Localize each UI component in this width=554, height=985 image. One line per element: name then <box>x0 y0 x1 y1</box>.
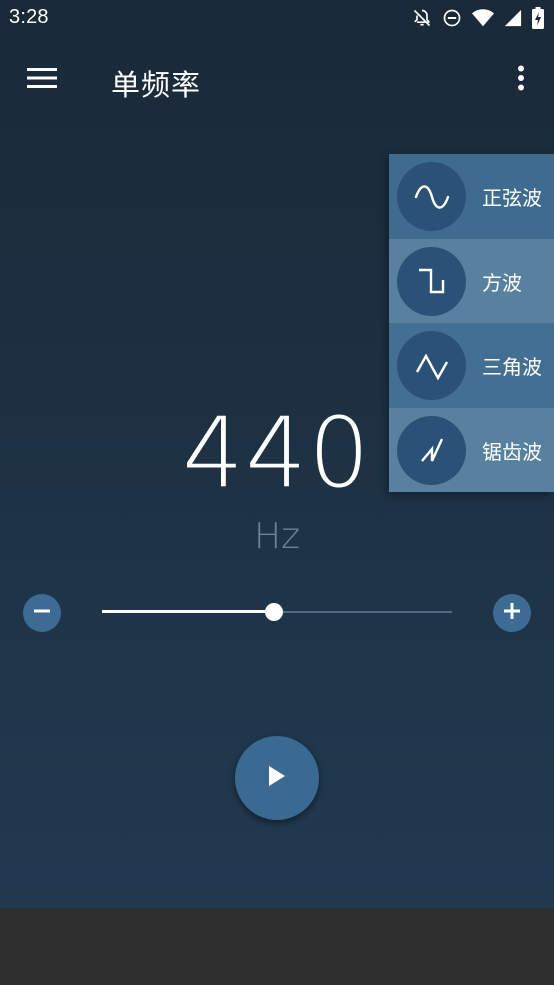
sine-wave-icon <box>397 162 466 231</box>
signal-icon <box>504 9 522 27</box>
waveform-menu: 正弦波 方波 三角波 锯齿波 <box>389 154 554 492</box>
menu-icon <box>27 67 57 93</box>
frequency-slider[interactable] <box>102 600 452 624</box>
menu-button[interactable] <box>18 58 66 102</box>
slider-fill <box>102 610 274 613</box>
play-button[interactable] <box>235 736 319 820</box>
waveform-label: 锯齿波 <box>482 439 542 464</box>
app-bar: 单频率 <box>0 38 554 122</box>
bottom-bar <box>0 908 554 985</box>
plus-icon <box>502 601 522 625</box>
do-not-disturb-icon <box>442 8 462 28</box>
play-icon <box>266 764 288 792</box>
waveform-item-sawtooth[interactable]: 锯齿波 <box>389 407 554 492</box>
waveform-label: 三角波 <box>482 355 542 379</box>
status-time: 3:28 <box>9 6 49 28</box>
waveform-label: 方波 <box>482 270 522 295</box>
waveform-item-square[interactable]: 方波 <box>389 238 554 323</box>
waveform-item-sine[interactable]: 正弦波 <box>389 154 554 239</box>
wifi-icon <box>472 8 494 28</box>
frequency-unit: Hz <box>254 516 300 557</box>
screen: 3:28 单频率 440 Hz 正弦波 方波 三角波 锯齿波 <box>0 0 554 985</box>
more-vert-icon <box>517 65 525 95</box>
battery-charging-icon <box>532 7 544 29</box>
increase-frequency-button[interactable] <box>493 594 531 632</box>
page-title: 单频率 <box>111 68 202 102</box>
status-icons <box>412 7 544 29</box>
more-options-button[interactable] <box>506 60 536 100</box>
square-wave-icon <box>397 246 466 316</box>
triangle-wave-icon <box>397 331 466 400</box>
status-bar: 3:28 <box>0 0 554 38</box>
slider-thumb[interactable] <box>264 603 283 621</box>
notifications-off-icon <box>412 8 432 28</box>
waveform-label: 正弦波 <box>482 186 542 210</box>
sawtooth-wave-icon <box>397 415 466 485</box>
decrease-frequency-button[interactable] <box>23 594 61 632</box>
waveform-item-triangle[interactable]: 三角波 <box>389 323 554 408</box>
minus-icon <box>32 601 52 625</box>
